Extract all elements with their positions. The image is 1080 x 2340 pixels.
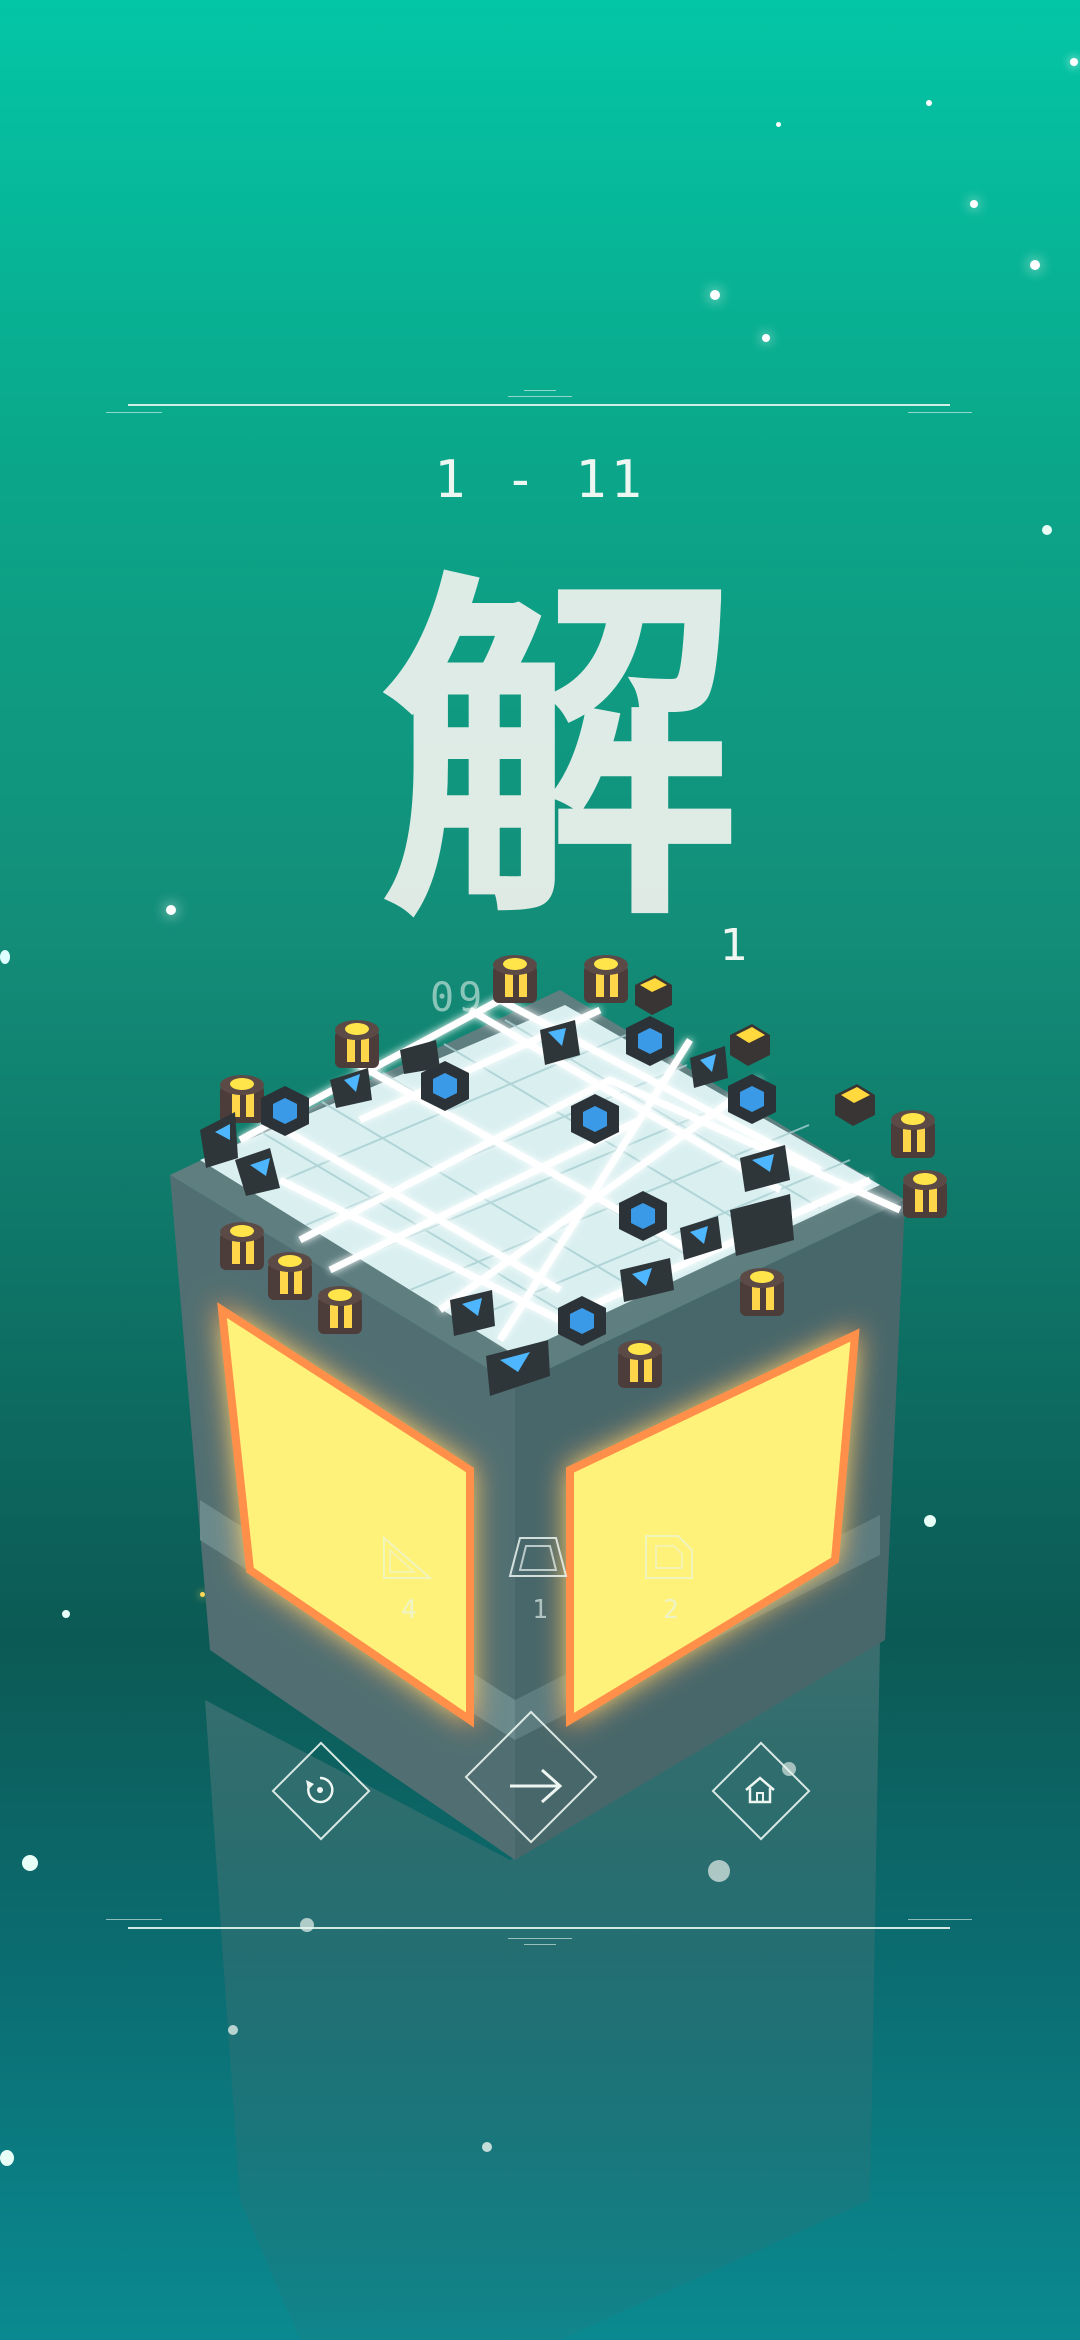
pentagon-piece-count: 2 — [663, 1595, 679, 1625]
triangle-piece-icon — [383, 1535, 433, 1579]
trapezoid-piece-icon — [508, 1537, 568, 1577]
pentagon-piece-icon — [645, 1535, 693, 1579]
step-count: 1 — [720, 920, 748, 971]
trapezoid-piece-count: 1 — [532, 1595, 548, 1625]
restart-icon[interactable] — [300, 1770, 340, 1810]
puzzle-tower-illustration — [170, 955, 947, 2340]
home-icon[interactable] — [740, 1770, 780, 1810]
solved-character: 解 — [380, 545, 740, 964]
level-label: 1 - 11 — [434, 450, 646, 510]
moves-display: 09 — [430, 975, 487, 1021]
triangle-piece-count: 4 — [401, 1595, 417, 1625]
next-arrow-icon[interactable] — [506, 1762, 564, 1810]
